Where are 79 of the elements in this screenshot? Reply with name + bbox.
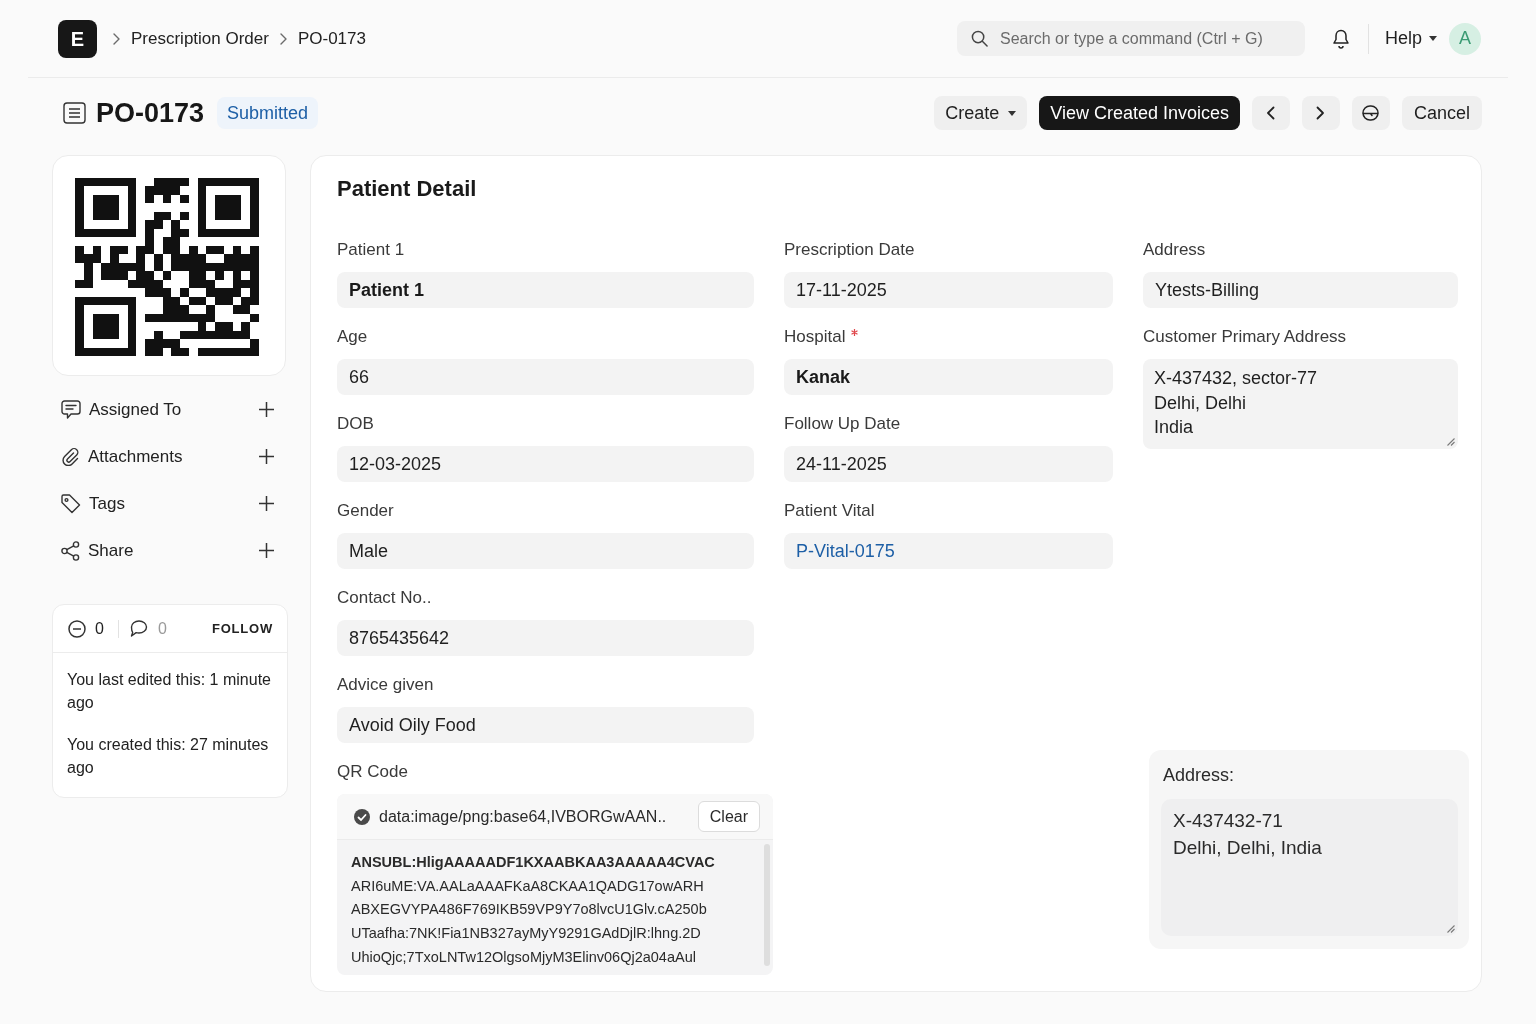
field-label: Prescription Date	[784, 240, 915, 260]
search-icon	[970, 30, 988, 47]
field-label: Hospital	[784, 327, 846, 347]
cancel-button[interactable]: Cancel	[1401, 96, 1482, 130]
chevron-right-icon	[113, 32, 120, 45]
message-icon	[61, 400, 81, 419]
check-circle-icon	[354, 808, 370, 825]
logo[interactable]: E	[58, 19, 97, 58]
field-label: Customer Primary Address	[1143, 327, 1347, 347]
field-label: QR Code	[337, 762, 408, 782]
create-dropdown-button[interactable]: Create	[934, 96, 1028, 130]
document-icon	[63, 102, 86, 124]
sidebar-label[interactable]: Tags	[89, 490, 125, 517]
share-icon	[61, 540, 80, 561]
previous-button[interactable]	[1251, 96, 1290, 130]
section-title: Patient Detail	[337, 175, 478, 203]
field-label: Follow Up Date	[784, 414, 901, 434]
field-label: Advice given	[337, 675, 434, 695]
help-menu[interactable]: Help	[1384, 25, 1437, 52]
plus-icon[interactable]	[259, 496, 274, 511]
textarea-field[interactable]: X-437432-71 Delhi, Delhi, India	[1161, 799, 1458, 936]
field-label: Age	[337, 327, 368, 347]
activity-entry: You last edited this: 1 minute ago	[67, 670, 272, 713]
chevron-right-icon	[1316, 106, 1326, 120]
primary-button[interactable]: View Created Invoices	[1039, 96, 1240, 130]
input-field[interactable]: Ytests-Billing	[1143, 272, 1458, 308]
clear-button[interactable]: Clear	[697, 801, 760, 832]
input-field[interactable]: 66	[337, 359, 754, 395]
activity-entry: You created this: 27 minutes ago	[67, 735, 270, 778]
encoded-text-line: ARI6uME:VA.AALaAAAFKaA8CKAA1QADG17owARH	[351, 876, 705, 896]
paperclip-icon	[61, 447, 80, 466]
field-label: Patient 1	[337, 240, 405, 260]
caret-icon	[1008, 110, 1017, 116]
encoded-text-line: UTaafha:7NK!Fia1NB327ayMyY9291GAdDjlR:lhng.2D	[351, 924, 702, 944]
input-field[interactable]: 8765435642	[337, 620, 754, 656]
field-label: Patient Vital	[784, 501, 875, 521]
input-field[interactable]: Male	[337, 533, 754, 569]
follow-button[interactable]: FOLLOW	[212, 618, 273, 639]
plus-icon[interactable]	[259, 449, 274, 464]
like-count: 0	[95, 618, 104, 639]
status-badge: Submitted	[217, 97, 319, 129]
file-url-link[interactable]: data:image/png:base64,IVBORGwAAN..	[379, 804, 667, 829]
breadcrumb-link[interactable]: PO-0173	[297, 25, 366, 52]
input-field[interactable]: 12-03-2025	[337, 446, 754, 482]
page-title: PO-0173	[96, 99, 205, 127]
input-field[interactable]: 17-11-2025	[784, 272, 1113, 308]
bell-icon[interactable]	[1331, 28, 1350, 49]
field-label: Address	[1143, 240, 1206, 260]
comment-count: 0	[157, 618, 167, 639]
encoded-text-line: UhioQjc;7TxoLNTw12OlgsoMjyM3Elinv06Qj2a04aAul	[351, 947, 697, 967]
sidebar-label[interactable]: Share	[88, 537, 134, 564]
field-label: Contact No..	[337, 588, 432, 608]
icon-button[interactable]	[1351, 96, 1390, 130]
input-field[interactable]: Kanak	[784, 359, 1113, 395]
chevron-right-icon	[279, 32, 287, 45]
field-label: DOB	[337, 414, 374, 434]
field-label: Gender	[337, 501, 394, 521]
input-field[interactable]: 24-11-2025	[784, 446, 1113, 482]
comment-icon[interactable]	[129, 620, 148, 637]
sidebar-label[interactable]: Assigned To	[89, 396, 182, 423]
plus-icon[interactable]	[259, 402, 274, 417]
minus-circle-icon[interactable]	[68, 619, 86, 638]
resize-handle-icon[interactable]	[1447, 438, 1455, 446]
link-field[interactable]: P-Vital-0175	[784, 533, 1113, 569]
field-label: Address:	[1162, 764, 1236, 786]
tag-icon	[61, 493, 81, 514]
search-field[interactable]: Search or type a command (Ctrl + G)	[956, 21, 1305, 56]
breadcrumb-link[interactable]: Prescription Order	[131, 25, 269, 52]
chevron-left-icon	[1266, 106, 1276, 120]
plus-icon[interactable]	[259, 543, 274, 558]
input-field[interactable]: Patient 1	[337, 272, 754, 308]
next-button[interactable]	[1301, 96, 1340, 130]
resize-handle-icon[interactable]	[1447, 925, 1455, 933]
caret-icon	[1429, 36, 1437, 41]
sidebar-label[interactable]: Attachments	[88, 443, 183, 470]
encoded-text-line: ANSUBL:HligAAAAADF1KXAABKAA3AAAAA4CVAC	[351, 853, 716, 872]
encoded-text-line: ABXEGVYPA486F769IKB59VP9Y7o8lvcU1Glv.cA250b	[351, 900, 708, 920]
input-field[interactable]: Avoid Oily Food	[337, 707, 754, 743]
textarea-field[interactable]: X-437432, sector-77 Delhi, Delhi India	[1143, 359, 1458, 449]
